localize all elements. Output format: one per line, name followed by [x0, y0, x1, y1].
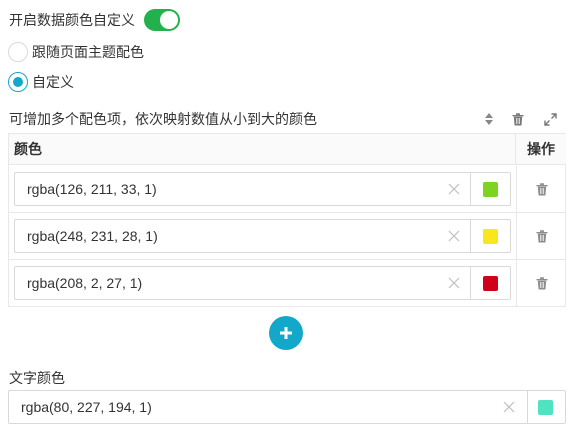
column-header-color: 颜色	[9, 134, 516, 165]
text-color-value: rgba(80, 227, 194, 1)	[21, 399, 152, 415]
radio-custom-label: 自定义	[32, 74, 74, 90]
table-row: rgba(208, 2, 27, 1)	[9, 260, 565, 307]
color-picker[interactable]	[471, 266, 511, 300]
sort-icon[interactable]	[479, 109, 499, 129]
color-swatch	[483, 229, 498, 244]
color-value-text: rgba(248, 231, 28, 1)	[27, 228, 158, 244]
color-picker[interactable]	[471, 172, 511, 206]
radio-follow-theme-label: 跟随页面主题配色	[32, 44, 144, 60]
delete-row-icon[interactable]	[533, 227, 551, 245]
clear-icon[interactable]	[446, 275, 462, 291]
color-value-input[interactable]: rgba(126, 211, 33, 1)	[14, 172, 471, 206]
radio-follow-theme[interactable]: 跟随页面主题配色	[8, 41, 144, 63]
radio-custom[interactable]: 自定义	[8, 71, 74, 93]
plus-icon	[280, 327, 292, 339]
column-header-operation: 操作	[516, 134, 566, 165]
table-row: rgba(126, 211, 33, 1)	[9, 166, 565, 213]
clear-icon[interactable]	[446, 228, 462, 244]
color-value-input[interactable]: rgba(208, 2, 27, 1)	[14, 266, 471, 300]
expand-icon[interactable]	[540, 109, 560, 129]
color-value-text: rgba(126, 211, 33, 1)	[27, 181, 157, 197]
custom-color-toggle-label: 开启数据颜色自定义	[9, 12, 135, 28]
custom-color-toggle[interactable]	[144, 9, 180, 31]
color-table: 颜色 操作 rgba(126, 211, 33, 1) rgba(248, 23…	[8, 133, 566, 307]
delete-row-icon[interactable]	[533, 180, 551, 198]
color-value-input[interactable]: rgba(248, 231, 28, 1)	[14, 219, 471, 253]
trash-icon[interactable]	[508, 109, 528, 129]
text-color-swatch	[538, 400, 553, 415]
add-color-button[interactable]	[269, 316, 303, 350]
text-color-input[interactable]: rgba(80, 227, 194, 1)	[8, 390, 528, 424]
text-color-label: 文字颜色	[9, 370, 65, 386]
color-value-text: rgba(208, 2, 27, 1)	[27, 275, 143, 291]
table-row: rgba(248, 231, 28, 1)	[9, 213, 565, 260]
color-swatch	[483, 182, 498, 197]
clear-icon[interactable]	[446, 181, 462, 197]
clear-icon[interactable]	[501, 399, 517, 415]
toggle-knob	[160, 11, 178, 29]
color-items-hint: 可增加多个配色项，依次映射数值从小到大的颜色	[9, 111, 317, 127]
color-swatch	[483, 276, 498, 291]
delete-row-icon[interactable]	[533, 274, 551, 292]
radio-custom-circle[interactable]	[8, 72, 28, 92]
color-picker[interactable]	[471, 219, 511, 253]
radio-follow-theme-circle[interactable]	[8, 42, 28, 62]
text-color-picker[interactable]	[528, 390, 566, 424]
